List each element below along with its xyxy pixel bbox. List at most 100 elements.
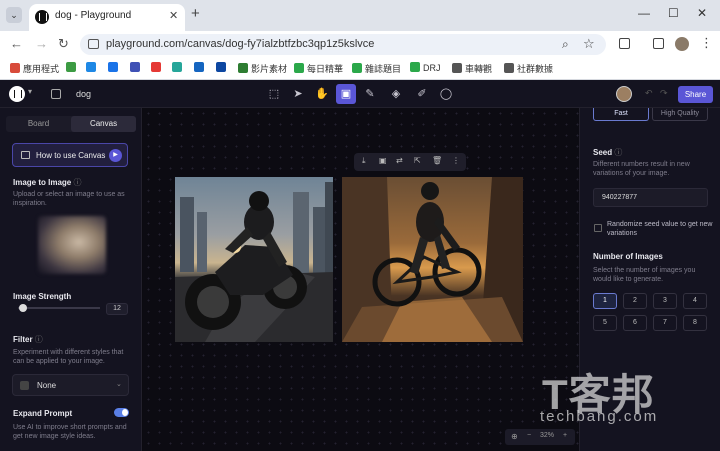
- pointer-tool-icon[interactable]: ➤: [288, 84, 308, 104]
- bookmark-label: 雜誌題目: [365, 64, 402, 74]
- profile-avatar[interactable]: [675, 37, 689, 51]
- number-of-images-option[interactable]: 6: [623, 315, 647, 331]
- quality-high-button[interactable]: High Quality: [652, 108, 708, 121]
- edit-image-icon[interactable]: ▣: [379, 156, 387, 165]
- share-button[interactable]: Share: [678, 86, 713, 103]
- frame-tool-icon[interactable]: ⬚: [264, 84, 284, 104]
- image-tool-icon[interactable]: ▣: [336, 84, 356, 104]
- browser-tab[interactable]: dog - Playground ✕: [29, 4, 185, 31]
- browser-menu-icon[interactable]: ⋮: [700, 35, 713, 51]
- bookmark-item[interactable]: [194, 62, 207, 76]
- bookmark-icon: [410, 62, 420, 72]
- download-icon[interactable]: ⤓: [362, 156, 366, 166]
- how-to-use-canvas-button[interactable]: How to use Canvas ▶: [12, 143, 128, 167]
- bookmark-icon: [352, 63, 362, 73]
- bookmark-icon: [194, 62, 204, 72]
- number-of-images-option[interactable]: 5: [593, 315, 617, 331]
- bookmark-item[interactable]: [86, 62, 99, 76]
- number-of-images-option[interactable]: 8: [683, 315, 707, 331]
- screen: ⌄ dog - Playground ✕ + — ☐ ✕ ← → ↻ playg…: [0, 0, 720, 451]
- strength-slider-handle[interactable]: [19, 304, 27, 312]
- bookmark-icon: [172, 62, 182, 72]
- bookmark-item[interactable]: 影片素材: [238, 62, 287, 76]
- bookmark-item[interactable]: 每日精華: [294, 62, 343, 76]
- generated-image-bicycle[interactable]: [342, 177, 523, 342]
- bookmark-label: DRJ: [423, 63, 441, 73]
- zoom-icon[interactable]: ⌕: [562, 37, 569, 52]
- site-info-icon[interactable]: [88, 39, 99, 49]
- strength-value[interactable]: 12: [106, 303, 128, 315]
- zoom-level[interactable]: 32%: [540, 432, 554, 439]
- user-avatar[interactable]: [616, 86, 632, 102]
- tab-canvas[interactable]: Canvas: [71, 116, 136, 132]
- side-panel-icon[interactable]: [653, 38, 664, 49]
- bookmark-item[interactable]: 車轉觀: [452, 62, 492, 76]
- extensions-icon[interactable]: [619, 38, 630, 49]
- bookmark-item[interactable]: [172, 62, 185, 76]
- seed-input[interactable]: 940227877: [593, 188, 708, 207]
- bookmark-item[interactable]: 雜誌題目: [352, 62, 401, 76]
- number-of-images-option[interactable]: 2: [623, 293, 647, 309]
- document-title[interactable]: dog: [76, 89, 91, 99]
- zoom-out-icon[interactable]: −: [527, 432, 531, 439]
- bookmark-item[interactable]: 社群數據: [504, 62, 553, 76]
- upscale-icon[interactable]: ⇱: [414, 156, 421, 165]
- chevron-down-icon[interactable]: ▾: [28, 87, 32, 96]
- strength-slider-track[interactable]: [18, 307, 100, 309]
- url-field[interactable]: playground.com/canvas/dog-fy7ialzbtfzbc3…: [80, 34, 606, 55]
- variations-icon[interactable]: ⇄: [396, 156, 403, 165]
- bookmark-label: 應用程式: [23, 64, 60, 74]
- techbang-watermark: T客邦 techbang.com: [538, 361, 708, 429]
- number-of-images-option[interactable]: 7: [653, 315, 677, 331]
- redo-icon[interactable]: ↷: [660, 88, 668, 99]
- reload-icon[interactable]: ↻: [58, 36, 69, 52]
- back-icon[interactable]: ←: [10, 36, 23, 51]
- bookmark-icon: [452, 63, 462, 73]
- undo-icon[interactable]: ↶: [645, 88, 653, 99]
- randomize-seed-checkbox[interactable]: [594, 224, 602, 232]
- fit-view-icon[interactable]: ⊕: [511, 432, 518, 441]
- image-strength-label: Image Strength: [13, 292, 72, 301]
- bookmark-item[interactable]: [216, 62, 229, 76]
- delete-icon[interactable]: 🗑: [432, 156, 442, 165]
- close-tab-icon[interactable]: ✕: [169, 9, 178, 22]
- randomize-seed-label[interactable]: Randomize seed value to get new variatio…: [607, 220, 715, 238]
- reference-image-thumbnail[interactable]: [38, 216, 106, 274]
- image-to-image-heading: Image to Image ⓘ: [13, 178, 82, 187]
- more-icon[interactable]: ⋮: [452, 156, 460, 165]
- toggle-panel-icon[interactable]: [51, 89, 61, 99]
- maximize-icon[interactable]: ☐: [668, 6, 679, 20]
- bookmark-item[interactable]: DRJ: [410, 62, 441, 76]
- canvas-area[interactable]: ⤓ ▣ ⇄ ⇱ 🗑 ⋮ ⊕ − 32% +: [143, 108, 579, 451]
- number-of-images-option[interactable]: 4: [683, 293, 707, 309]
- bookmark-item[interactable]: 應用程式: [10, 62, 59, 76]
- expand-prompt-toggle[interactable]: [114, 408, 129, 417]
- hand-tool-icon[interactable]: ✋: [312, 84, 332, 104]
- how-to-label: How to use Canvas: [36, 151, 106, 160]
- bookmark-star-icon[interactable]: ☆: [583, 36, 595, 52]
- bookmark-item[interactable]: [130, 62, 143, 76]
- bookmark-item[interactable]: [151, 62, 164, 76]
- quality-fast-button[interactable]: Fast: [593, 108, 649, 121]
- comment-tool-icon[interactable]: ◯: [436, 84, 456, 104]
- tab-search-icon[interactable]: ⌄: [6, 7, 22, 23]
- left-panel: Board Canvas How to use Canvas ▶ Image t…: [0, 108, 142, 451]
- fill-tool-icon[interactable]: ◈: [386, 84, 406, 104]
- generated-image-motorcycle[interactable]: [175, 177, 333, 342]
- number-of-images-option[interactable]: 1: [593, 293, 617, 309]
- tab-board[interactable]: Board: [6, 116, 71, 132]
- pencil-tool-icon[interactable]: ✐: [412, 84, 432, 104]
- brush-tool-icon[interactable]: ✎: [360, 84, 380, 104]
- forward-icon[interactable]: →: [35, 36, 48, 51]
- info-icon: ⓘ: [614, 148, 623, 157]
- number-of-images-option[interactable]: 3: [653, 293, 677, 309]
- new-tab-icon[interactable]: +: [191, 5, 200, 22]
- playground-logo-icon[interactable]: [9, 86, 25, 102]
- minimize-icon[interactable]: —: [638, 6, 650, 20]
- bookmark-item[interactable]: [108, 62, 121, 76]
- zoom-in-icon[interactable]: +: [563, 432, 567, 439]
- chevron-down-icon: ⌄: [116, 381, 122, 388]
- bookmark-item[interactable]: [66, 62, 79, 76]
- filter-select[interactable]: None ⌄: [12, 374, 129, 396]
- close-window-icon[interactable]: ✕: [697, 6, 707, 20]
